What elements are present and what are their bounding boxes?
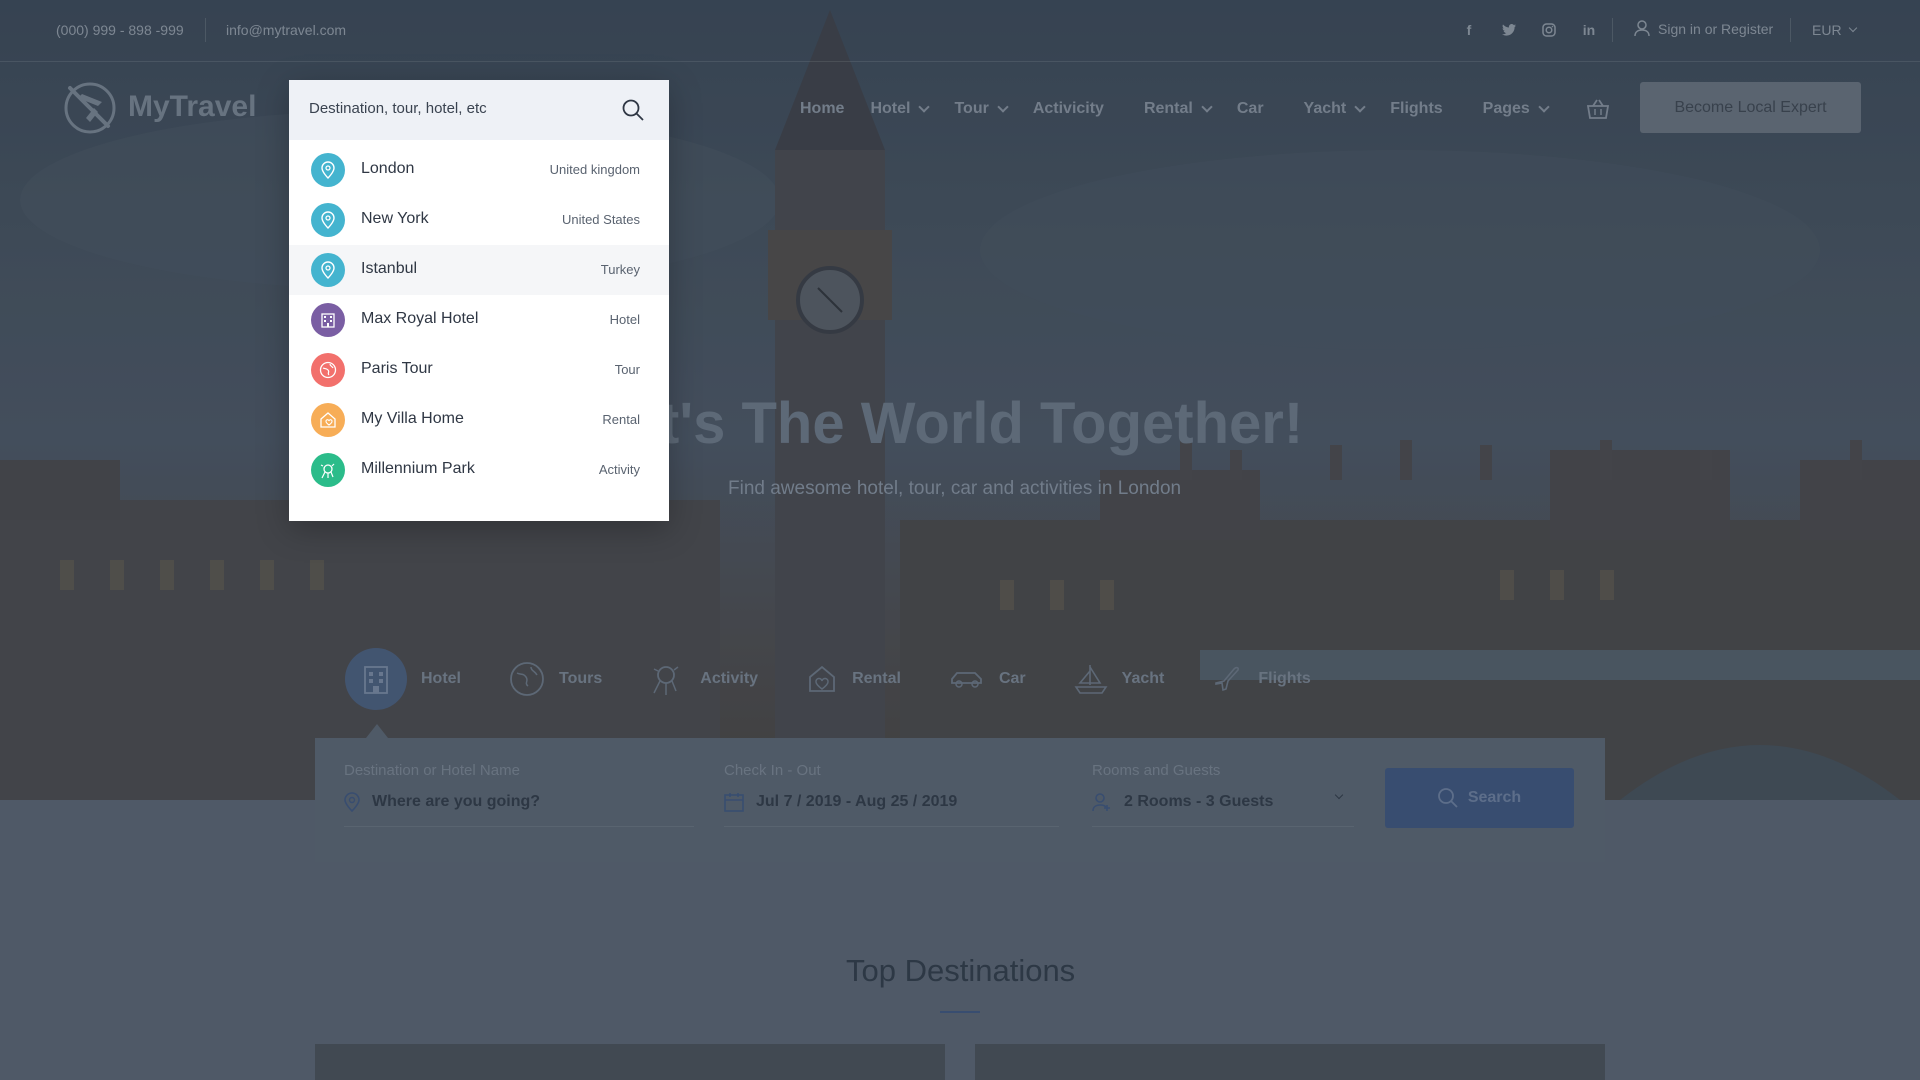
result-name: Paris Tour <box>361 360 433 377</box>
result-type: United kingdom <box>549 162 640 177</box>
result-item-my-villa-home[interactable]: My Villa Home Rental <box>289 395 669 445</box>
dropdown-search-bar[interactable]: Destination, tour, hotel, etc <box>289 80 669 140</box>
result-item-new-york[interactable]: New York United States <box>289 195 669 245</box>
search-autocomplete-dropdown: Destination, tour, hotel, etc London Uni… <box>289 80 669 521</box>
result-name: My Villa Home <box>361 410 464 427</box>
result-item-max-royal-hotel[interactable]: Max Royal Hotel Hotel <box>289 295 669 345</box>
result-item-london[interactable]: London United kingdom <box>289 145 669 195</box>
result-name: Istanbul <box>361 260 418 277</box>
dropdown-search-input[interactable]: Destination, tour, hotel, etc <box>309 100 487 117</box>
modal-overlay[interactable] <box>0 0 1920 1080</box>
result-item-millennium-park[interactable]: Millennium Park Activity <box>289 445 669 495</box>
search-icon[interactable] <box>622 99 644 126</box>
dropdown-results: London United kingdom New York United St… <box>289 145 669 495</box>
result-name: New York <box>361 210 429 227</box>
villa-icon <box>311 403 345 437</box>
result-type: United States <box>561 212 640 227</box>
location-pin-icon <box>311 153 345 187</box>
tour-icon <box>311 353 345 387</box>
hotel-icon <box>311 303 345 337</box>
activity-icon <box>311 453 345 487</box>
result-type: Activity <box>598 462 640 477</box>
location-pin-icon <box>311 253 345 287</box>
result-type: Rental <box>602 412 640 427</box>
result-type: Turkey <box>600 262 640 277</box>
result-item-istanbul[interactable]: Istanbul Turkey <box>289 245 669 295</box>
result-name: Max Royal Hotel <box>361 310 479 327</box>
result-type: Hotel <box>609 312 640 327</box>
result-item-paris-tour[interactable]: Paris Tour Tour <box>289 345 669 395</box>
result-name: London <box>361 160 415 177</box>
location-pin-icon <box>311 203 345 237</box>
result-name: Millennium Park <box>361 460 475 477</box>
result-type: Tour <box>614 362 640 377</box>
